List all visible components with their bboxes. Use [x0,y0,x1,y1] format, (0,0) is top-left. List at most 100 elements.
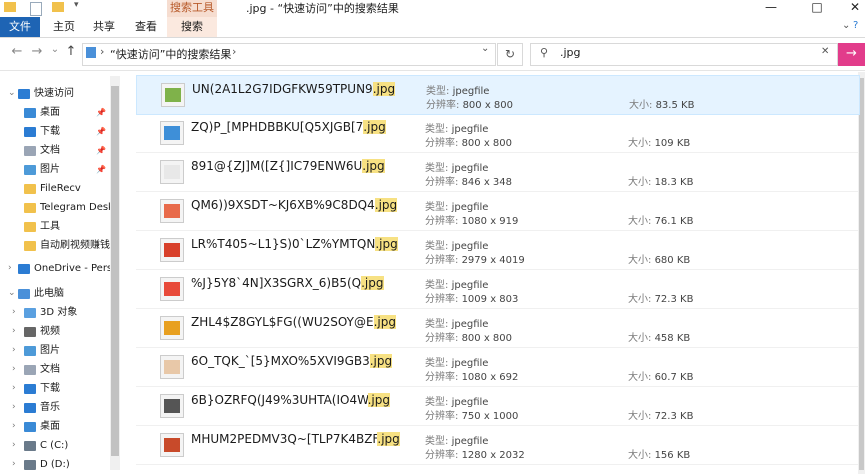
refresh-button[interactable]: ↻ [497,43,523,66]
new-folder-icon[interactable] [52,2,64,12]
file-result-row[interactable]: %J}5Y8`4N]X3SGRX_6)B5(Q.jpg 类型: jpegfile 分… [136,270,858,309]
tab-home[interactable]: 主页 [45,17,83,37]
back-button[interactable]: ← [8,44,26,59]
sidebar-item[interactable]: › 下载 [0,379,110,398]
search-match-highlight: .jpg [377,432,400,446]
collapsed-chevron-icon[interactable]: › [12,322,16,341]
file-size: 大小: 18.3 KB [628,173,693,188]
sidebar-item[interactable]: ⌄ 快速访问 [0,84,110,103]
up-button[interactable]: ↑ [62,44,80,59]
file-name[interactable]: ZQ)P_[MPHDBBKU[Q5XJGB[7.jpg [191,120,386,134]
sidebar-item[interactable]: 工具 [0,217,110,236]
collapsed-chevron-icon[interactable]: › [8,259,12,278]
sidebar-item[interactable]: › 视频 [0,322,110,341]
file-size-value: 72.3 KB [654,411,694,422]
file-size-label: 大小: [628,294,652,305]
search-clear-button[interactable]: ✕ [821,46,829,57]
file-size-label: 大小: [628,177,652,188]
search-match-highlight: .jpg [369,354,393,368]
search-match-highlight: .jpg [374,198,398,212]
search-match-highlight: .jpg [367,393,390,407]
collapsed-chevron-icon[interactable]: › [12,303,16,322]
quick-access-toolbar-dropdown[interactable]: ▾ [74,0,79,10]
file-name[interactable]: %J}5Y8`4N]X3SGRX_6)B5(Q.jpg [191,276,384,290]
sidebar-item[interactable]: › C (C:) [0,436,110,455]
forward-button[interactable]: → [28,44,46,59]
properties-icon[interactable] [30,2,42,16]
image-thumbnail-icon [160,160,184,184]
search-match-highlight: .jpg [375,237,398,251]
file-result-row[interactable]: QM6))9XSDT~KJ6XB%9C8DQ4.jpg 类型: jpegfile 分… [136,192,858,231]
breadcrumb-separator-end[interactable]: › [232,45,236,58]
collapsed-chevron-icon[interactable]: › [12,360,16,379]
image-thumbnail-icon [160,355,184,379]
file-name[interactable]: 6B}OZRFQ(J49%3UHTA(IO4W.jpg [191,393,390,407]
breadcrumb-separator[interactable]: › [100,45,104,58]
sidebar-item[interactable]: FileRecv [0,179,110,198]
file-name-base: UN(2A1L2G7IDGFKW59TPUN9 [192,82,373,96]
search-go-button[interactable]: → [838,43,865,66]
sidebar-item[interactable]: 桌面 📌 [0,103,110,122]
breadcrumb-search-results[interactable]: “快速访问”中的搜索结果 [110,46,231,62]
sidebar-item[interactable]: › 桌面 [0,417,110,436]
collapsed-chevron-icon[interactable]: › [12,436,16,455]
file-result-row[interactable]: 6B}OZRFQ(J49%3UHTA(IO4W.jpg 类型: jpegfile 分… [136,387,858,426]
sidebar-item[interactable]: 文档 📌 [0,141,110,160]
sidebar-item[interactable]: › D (D:) [0,455,110,474]
file-resolution-label: 分辨率: [426,100,460,111]
ribbon-collapse-chevron-icon[interactable]: ⌄ [842,20,850,31]
file-type: 类型: jpegfile [425,393,488,408]
maximize-button[interactable]: □ [798,0,836,17]
file-name[interactable]: UN(2A1L2G7IDGFKW59TPUN9.jpg [192,82,396,96]
file-name[interactable]: MHUM2PEDMV3Q~[TLP7K4BZF.jpg [191,432,400,446]
expanded-chevron-icon[interactable]: ⌄ [8,284,16,303]
results-scrollbar-thumb[interactable] [859,78,864,470]
sidebar-item[interactable]: › 文档 [0,360,110,379]
minimize-button[interactable]: — [752,0,790,17]
sidebar-item[interactable]: 下载 📌 [0,122,110,141]
pin-icon: 📌 [96,127,106,136]
file-name[interactable]: ZHL4$Z8GYL$FG((WU2SOY@E.jpg [191,315,396,329]
sidebar-item[interactable]: › 音乐 [0,398,110,417]
sidebar-item[interactable]: Telegram Desk [0,198,110,217]
file-result-row[interactable]: 891@{ZJ]M([Z{]IC79ENW6U.jpg 类型: jpegfile 分… [136,153,858,192]
collapsed-chevron-icon[interactable]: › [12,379,16,398]
search-input[interactable]: .jpg [560,46,581,59]
sidebar-item[interactable]: 自动刷视频赚钱 [0,236,110,255]
sidebar-item[interactable]: › 3D 对象 [0,303,110,322]
file-name[interactable]: QM6))9XSDT~KJ6XB%9C8DQ4.jpg [191,198,398,212]
nav-scrollbar-thumb[interactable] [111,86,119,456]
file-result-row[interactable]: ZQ)P_[MPHDBBKU[Q5XJGB[7.jpg 类型: jpegfile 分… [136,114,858,153]
file-result-row[interactable]: ZHL4$Z8GYL$FG((WU2SOY@E.jpg 类型: jpegfile 分… [136,309,858,348]
close-button[interactable]: ✕ [836,0,865,17]
collapsed-chevron-icon[interactable]: › [12,341,16,360]
sidebar-item[interactable]: › 图片 [0,341,110,360]
address-dropdown-icon[interactable]: ⌄ [481,43,489,54]
pictures-folder-icon [24,165,36,175]
sidebar-item[interactable]: ⌄ 此电脑 [0,284,110,303]
sidebar-item[interactable]: › OneDrive - Perso [0,259,110,278]
tab-share[interactable]: 共享 [85,17,123,37]
file-type: 类型: jpegfile [425,237,488,252]
file-name[interactable]: LR%T405~L1}S)0`LZ%YMTQN.jpg [191,237,398,251]
file-size: 大小: 60.7 KB [628,368,693,383]
collapsed-chevron-icon[interactable]: › [12,417,16,436]
sidebar-item[interactable]: 图片 📌 [0,160,110,179]
expanded-chevron-icon[interactable]: ⌄ [8,84,16,103]
file-size-value: 83.5 KB [655,100,695,111]
tab-view[interactable]: 查看 [127,17,165,37]
tab-search[interactable]: 搜索 [167,17,217,37]
file-result-row[interactable]: MHUM2PEDMV3Q~[TLP7K4BZF.jpg 类型: jpegfile 分… [136,426,858,465]
collapsed-chevron-icon[interactable]: › [12,398,16,417]
help-icon[interactable]: ? [853,20,858,31]
file-result-row[interactable]: LR%T405~L1}S)0`LZ%YMTQN.jpg 类型: jpegfile 分… [136,231,858,270]
file-result-row[interactable]: 6O_TQK_`[5}MXO%5XVI9GB3.jpg 类型: jpegfile 分… [136,348,858,387]
collapsed-chevron-icon[interactable]: › [12,455,16,474]
file-name[interactable]: 891@{ZJ]M([Z{]IC79ENW6U.jpg [191,159,385,173]
sidebar-item-label: 3D 对象 [40,307,78,318]
file-result-row[interactable]: UN(2A1L2G7IDGFKW59TPUN9.jpg 类型: jpegfile 分… [136,75,860,115]
file-size-label: 大小: [628,372,652,383]
tab-file[interactable]: 文件 [0,17,40,37]
file-size-value: 72.3 KB [654,294,694,305]
file-name[interactable]: 6O_TQK_`[5}MXO%5XVI9GB3.jpg [191,354,393,368]
